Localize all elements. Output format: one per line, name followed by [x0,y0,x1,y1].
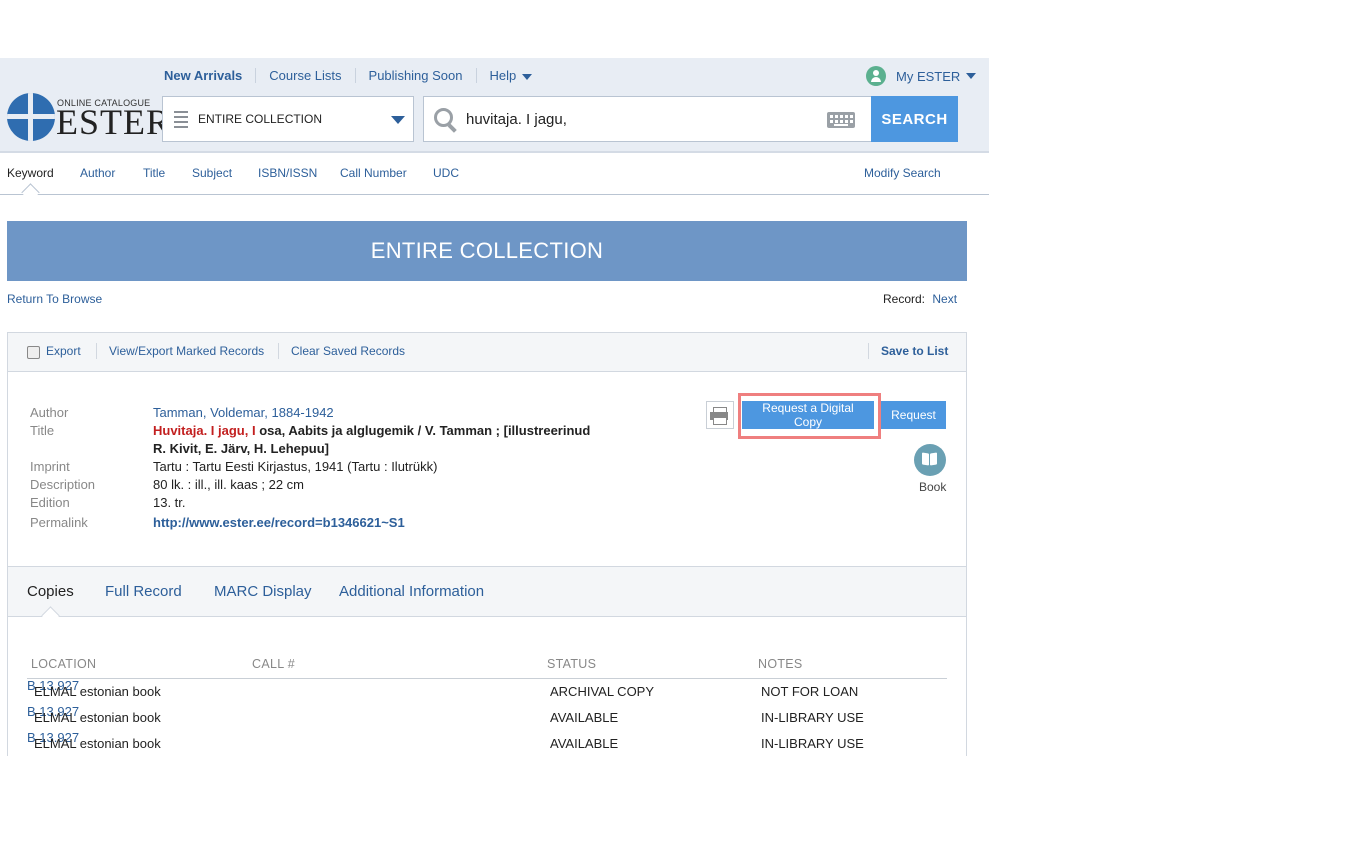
active-tab-pointer [41,606,60,625]
imprint-value: Tartu : Tartu Eesti Kirjastus, 1941 (Tar… [153,459,438,474]
field-label: Edition [30,495,70,510]
nav-help[interactable]: Help [475,68,546,83]
table-row: ELMAL estonian book B 13.927 ARCHIVAL CO… [27,678,947,704]
clear-saved-records-link[interactable]: Clear Saved Records [291,344,405,358]
search-value: huvitaja. I jagu, [466,110,567,128]
my-ester-label: My ESTER [896,68,961,84]
next-record-link[interactable]: Next [932,292,957,306]
list-icon [174,108,188,131]
column-header: STATUS [547,657,597,671]
tab-isbn-issn[interactable]: ISBN/ISSN [258,166,317,180]
cell-notes: NOT FOR LOAN [761,684,859,699]
cell-status: AVAILABLE [550,736,619,751]
detail-tabs: Copies Full Record MARC Display Addition… [8,566,966,625]
tab-author[interactable]: Author [80,166,115,180]
description-value: 80 lk. : ill., ill. kaas ; 22 cm [153,477,304,492]
divider [278,343,279,359]
author-link[interactable]: Tamman, Voldemar, 1884-1942 [153,405,334,420]
scope-value: ENTIRE COLLECTION [198,112,323,126]
column-header: LOCATION [31,657,97,671]
title-rest: osa, Aabits ja alglugemik / V. Tamman ; … [255,423,591,438]
nav-publishing-soon[interactable]: Publishing Soon [354,68,476,83]
request-digital-copy-button[interactable]: Request a Digital Copy [742,401,874,429]
chevron-down-icon [966,73,977,79]
save-to-list-link[interactable]: Save to List [881,344,948,358]
table-row: ELMAL estonian book B 13.927 AVAILABLE I… [27,730,947,756]
keyboard-icon[interactable] [827,112,855,128]
cell-location: ELMAL estonian book [34,710,161,725]
permalink-link[interactable]: http://www.ester.ee/record=b1346621~S1 [153,515,405,530]
field-label: Imprint [30,459,70,474]
view-export-marked-link[interactable]: View/Export Marked Records [109,344,264,358]
tab-subject[interactable]: Subject [192,166,232,180]
logo-name: ESTER [56,102,172,142]
column-header: NOTES [758,657,803,671]
tab-copies[interactable]: Copies [27,583,74,600]
title-highlight: Huvitaja. I jagu, I [153,423,256,438]
nav-new-arrivals[interactable]: New Arrivals [164,68,255,83]
active-tab-pointer [21,183,40,202]
record-toolbar: Export View/Export Marked Records Clear … [8,333,966,372]
nav-course-lists[interactable]: Course Lists [255,68,354,83]
tab-additional-information[interactable]: Additional Information [339,583,484,600]
format-label: Book [919,480,947,494]
user-icon [866,66,886,86]
tab-call-number[interactable]: Call Number [340,166,407,180]
export-link[interactable]: Export [46,344,81,358]
cell-location: ELMAL estonian book [34,736,161,751]
search-button[interactable]: SEARCH [871,96,958,142]
print-icon[interactable] [706,401,734,429]
return-to-browse-link[interactable]: Return To Browse [7,292,102,306]
book-icon [914,444,946,476]
collection-banner: ENTIRE COLLECTION [7,221,967,281]
field-label: Permalink [30,515,88,530]
tab-title[interactable]: Title [143,166,165,180]
divider [868,343,869,359]
search-icon [434,108,456,130]
title-value: Huvitaja. I jagu, I osa, Aabits ja alglu… [153,423,590,438]
record-box: Export View/Export Marked Records Clear … [7,332,967,756]
table-row: ELMAL estonian book B 13.927 AVAILABLE I… [27,704,947,730]
cell-status: AVAILABLE [550,710,619,725]
field-label: Title [30,423,55,438]
tab-full-record[interactable]: Full Record [105,583,182,600]
cell-location: ELMAL estonian book [34,684,161,699]
tab-udc[interactable]: UDC [433,166,459,180]
cell-status: ARCHIVAL COPY [550,684,655,699]
tab-marc-display[interactable]: MARC Display [214,583,312,600]
search-input[interactable]: huvitaja. I jagu, [423,96,872,142]
field-label: Description [30,477,96,492]
edition-value: 13. tr. [153,495,186,510]
column-header: CALL # [252,657,296,671]
ester-logo[interactable]: ONLINE CATALOGUE ESTER [7,93,170,143]
nav-help-label: Help [489,68,517,83]
cell-notes: IN-LIBRARY USE [761,736,864,751]
request-button[interactable]: Request [881,401,946,429]
record-label: Record: [883,292,926,306]
record-nav: Record: Next [883,292,957,306]
globe-icon [7,93,55,141]
cell-notes: IN-LIBRARY USE [761,710,864,725]
tab-keyword[interactable]: Keyword [7,166,54,180]
modify-search-link[interactable]: Modify Search [864,166,941,180]
chevron-down-icon [522,73,533,80]
divider [96,343,97,359]
title-line2: R. Kivit, E. Järv, H. Lehepuu] [153,441,330,456]
search-index-tabs: Keyword Author Title Subject ISBN/ISSN C… [0,151,989,202]
my-ester-menu[interactable]: My ESTER [866,66,977,86]
scope-select[interactable]: ENTIRE COLLECTION [162,96,414,142]
field-label: Author [30,405,69,420]
header-bar: New Arrivals Course Lists Publishing Soo… [0,58,989,153]
chevron-down-icon [391,116,405,124]
top-nav: New Arrivals Course Lists Publishing Soo… [164,68,545,83]
export-checkbox[interactable] [27,346,40,359]
